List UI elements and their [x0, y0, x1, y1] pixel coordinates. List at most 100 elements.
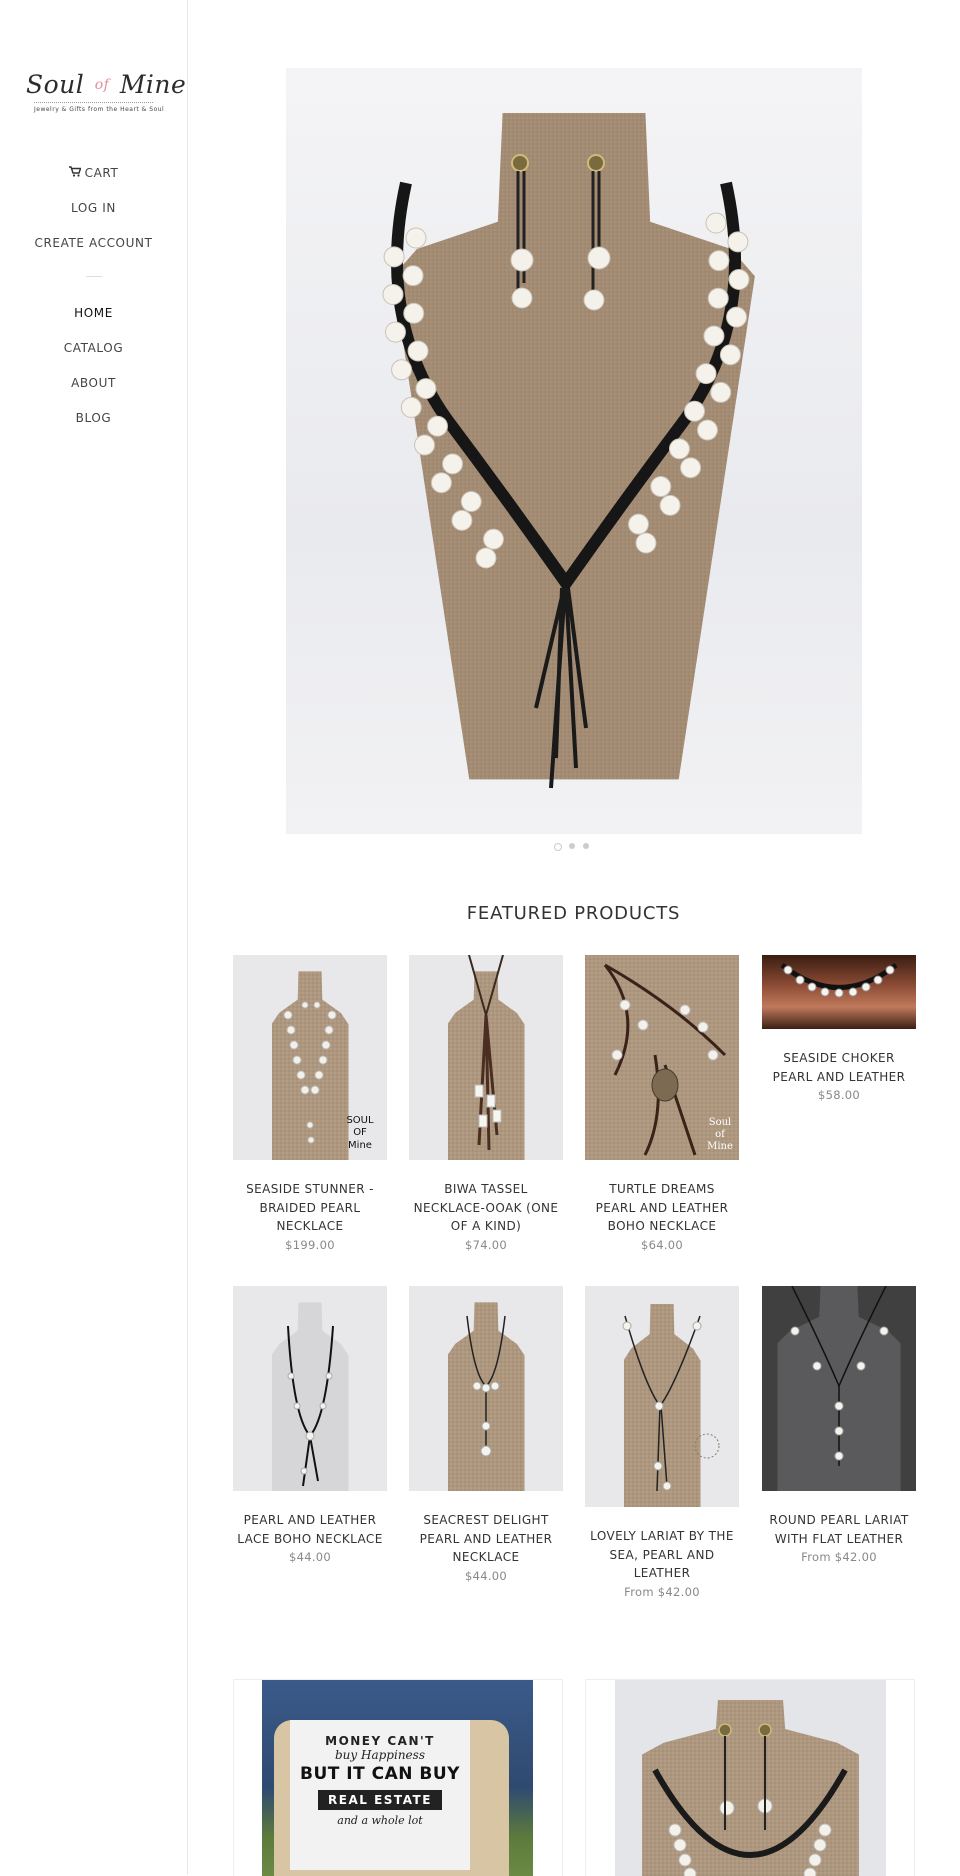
- login-link[interactable]: LOG IN: [0, 198, 187, 233]
- svg-text:Mine: Mine: [348, 1140, 372, 1151]
- logo-wordmark: Soul of Mine: [26, 70, 187, 99]
- pillow-line-3: BUT IT CAN BUY: [300, 1764, 460, 1784]
- pearl-bead: [684, 400, 706, 422]
- pearl-bead: [383, 246, 405, 268]
- product-card[interactable]: ROUND PEARL LARIAT WITH FLAT LEATHER Fro…: [762, 1286, 916, 1564]
- product-name: LOVELY LARIAT BY THE SEA, PEARL AND LEAT…: [590, 1529, 734, 1580]
- product-price: From $42.00: [801, 1550, 877, 1564]
- nav-about[interactable]: ABOUT: [0, 373, 187, 408]
- product-card[interactable]: LOVELY LARIAT BY THE SEA, PEARL AND LEAT…: [585, 1286, 739, 1599]
- promo-card-necklace[interactable]: [585, 1679, 915, 1876]
- product-name: TURTLE DREAMS PEARL AND LEATHER BOHO NEC…: [595, 1182, 729, 1233]
- product-image: [409, 955, 563, 1160]
- nav-blog[interactable]: BLOG: [0, 408, 187, 443]
- product-name: ROUND PEARL LARIAT WITH FLAT LEATHER: [769, 1513, 909, 1546]
- sidebar: Soul of Mine Jewelry & Gifts from the He…: [0, 0, 188, 1875]
- promo-cards: MONEY CAN'T buy Happiness BUT IT CAN BUY…: [233, 1679, 916, 1876]
- product-price: $44.00: [464, 1568, 508, 1583]
- pearl-bead: [708, 250, 730, 272]
- product-price: $74.00: [464, 1237, 508, 1252]
- pearl-bead: [703, 325, 725, 347]
- svg-text:OF: OF: [353, 1127, 367, 1138]
- pearl-bead: [384, 321, 406, 343]
- product-price: From $42.00: [624, 1584, 700, 1599]
- product-name: PEARL AND LEATHER LACE BOHO NECKLACE: [237, 1513, 383, 1546]
- product-image: Soul of Mine: [585, 955, 739, 1160]
- pillow-image: MONEY CAN'T buy Happiness BUT IT CAN BUY…: [262, 1680, 533, 1876]
- pearl-bead: [430, 472, 452, 494]
- product-card[interactable]: BIWA TASSEL NECKLACE-OOAK (ONE OF A KIND…: [409, 955, 563, 1252]
- pearl-bead: [668, 438, 690, 460]
- pearl-bead: [382, 283, 404, 305]
- product-name: SEASIDE CHOKER PEARL AND LEATHER: [772, 1051, 906, 1084]
- svg-text:of: of: [715, 1129, 726, 1140]
- pillow-line-1: MONEY CAN'T: [325, 1734, 435, 1748]
- sidebar-nav: CART LOG IN CREATE ACCOUNT HOME CATALOG …: [0, 163, 187, 443]
- cart-link[interactable]: CART: [0, 163, 187, 198]
- pearl-bead: [659, 494, 681, 516]
- pearl-bead: [726, 306, 748, 328]
- product-image: [762, 955, 916, 1029]
- nav-divider: [85, 276, 102, 277]
- product-image: [762, 1286, 916, 1491]
- product-card[interactable]: SEASIDE CHOKER PEARL AND LEATHER $58.00: [762, 955, 916, 1102]
- pearl-bead: [405, 227, 427, 249]
- product-name: BIWA TASSEL NECKLACE-OOAK (ONE OF A KIND…: [413, 1182, 559, 1233]
- pearl-bead: [442, 453, 464, 475]
- pearl-bead: [407, 340, 429, 362]
- pearl-bead: [627, 513, 649, 535]
- slide-dot-1[interactable]: [554, 843, 562, 851]
- pearl-necklace-illustration: [382, 154, 750, 789]
- pearl-bead: [391, 359, 413, 381]
- featured-products-heading: FEATURED PRODUCTS: [466, 903, 681, 924]
- hero-slide-image[interactable]: [286, 68, 862, 834]
- pearl-bead: [710, 381, 732, 403]
- svg-text:Mine: Mine: [707, 1141, 733, 1152]
- pearl-bead: [451, 509, 473, 531]
- pearl-bead: [680, 457, 702, 479]
- pearl-bead: [415, 378, 437, 400]
- logo-tagline: Jewelry & Gifts from the Heart & Soul: [34, 102, 164, 113]
- slide-dot-3[interactable]: [583, 843, 589, 849]
- product-price: $58.00: [817, 1088, 861, 1102]
- cart-label: CART: [84, 166, 119, 180]
- pearl-bead: [728, 268, 750, 290]
- product-image: SOUL OF Mine: [233, 955, 387, 1160]
- product-card[interactable]: PEARL AND LEATHER LACE BOHO NECKLACE $44…: [233, 1286, 387, 1564]
- pearl-bead: [727, 231, 749, 253]
- nav-catalog[interactable]: CATALOG: [0, 338, 187, 373]
- nav-home[interactable]: HOME: [0, 303, 187, 338]
- pearl-bead: [635, 532, 657, 554]
- product-image: [409, 1286, 563, 1491]
- pearl-bead: [400, 396, 422, 418]
- pearl-bead: [426, 415, 448, 437]
- product-price: $64.00: [640, 1237, 684, 1252]
- necklace-image: [615, 1680, 886, 1876]
- product-card[interactable]: SOUL OF Mine SEASIDE STUNNER - BRAIDED P…: [233, 955, 387, 1252]
- product-card[interactable]: Soul of Mine TURTLE DREAMS PEARL AND LEA…: [585, 955, 739, 1252]
- pearl-bead: [403, 302, 425, 324]
- pillow-line-2: buy Happiness: [335, 1748, 425, 1762]
- pearl-bead: [414, 434, 436, 456]
- pillow-line-4: REAL ESTATE: [318, 1790, 442, 1810]
- pillow-line-5: and a whole lot: [337, 1814, 423, 1827]
- pearl-bead: [707, 287, 729, 309]
- create-account-link[interactable]: CREATE ACCOUNT: [0, 233, 187, 268]
- product-image: [585, 1286, 739, 1507]
- svg-text:SOUL: SOUL: [346, 1115, 374, 1126]
- product-name: SEACREST DELIGHT PEARL AND LEATHER NECKL…: [419, 1513, 553, 1564]
- pearl-bead: [460, 491, 482, 513]
- pearl-bead: [719, 344, 741, 366]
- slide-dot-2[interactable]: [569, 843, 575, 849]
- product-name: SEASIDE STUNNER - BRAIDED PEARL NECKLACE: [246, 1182, 374, 1233]
- pearl-bead: [650, 476, 672, 498]
- svg-text:Soul: Soul: [709, 1117, 732, 1128]
- pearl-bead: [475, 547, 497, 569]
- promo-card-pillow[interactable]: MONEY CAN'T buy Happiness BUT IT CAN BUY…: [233, 1679, 563, 1876]
- pearl-bead: [483, 528, 505, 550]
- logo[interactable]: Soul of Mine Jewelry & Gifts from the He…: [26, 70, 187, 113]
- product-price: $44.00: [288, 1550, 332, 1564]
- product-card[interactable]: SEACREST DELIGHT PEARL AND LEATHER NECKL…: [409, 1286, 563, 1583]
- product-image: [233, 1286, 387, 1491]
- cart-icon: [68, 164, 82, 184]
